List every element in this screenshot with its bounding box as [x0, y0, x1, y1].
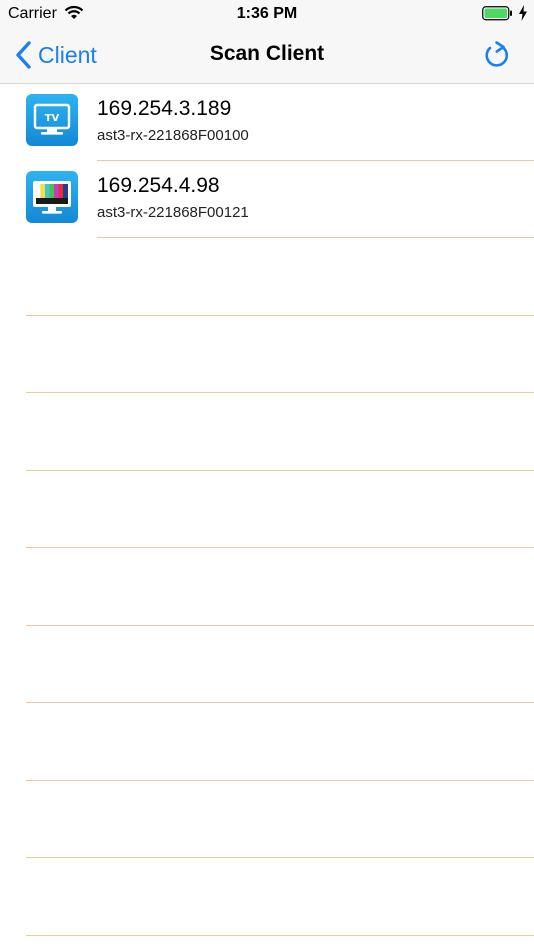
client-hostname: ast3-rx-221868F00100 — [97, 127, 249, 144]
client-row[interactable]: 169.254.4.98 ast3-rx-221868F00121 — [0, 161, 534, 238]
row-separator — [26, 934, 534, 936]
empty-row — [0, 703, 534, 781]
charging-bolt-icon — [518, 5, 528, 26]
refresh-icon — [485, 41, 509, 67]
battery-icon — [482, 6, 514, 26]
refresh-button[interactable] — [482, 40, 512, 70]
navigation-bar: Client Scan Client — [0, 28, 534, 84]
empty-row — [0, 238, 534, 316]
client-ip: 169.254.3.189 — [97, 97, 232, 120]
empty-row — [0, 781, 534, 858]
empty-row — [0, 393, 534, 471]
clock: 1:36 PM — [236, 5, 298, 22]
empty-row — [0, 858, 534, 936]
empty-row — [0, 626, 534, 703]
client-row[interactable]: TV 169.254.3.189 ast3-rx-221868F00100 — [0, 84, 534, 161]
empty-row — [0, 548, 534, 626]
status-bar: Carrier 1:36 PM — [0, 0, 534, 28]
client-hostname: ast3-rx-221868F00121 — [97, 204, 249, 221]
page-title: Scan Client — [209, 42, 325, 65]
client-list: TV 169.254.3.189 ast3-rx-221868F00100 16… — [0, 84, 534, 936]
empty-row — [0, 471, 534, 548]
color-bars-monitor-icon — [26, 171, 78, 223]
tv-icon: TV — [26, 94, 78, 146]
empty-row — [0, 316, 534, 393]
client-ip: 169.254.4.98 — [97, 174, 220, 197]
tv-icon-label: TV — [45, 113, 60, 124]
